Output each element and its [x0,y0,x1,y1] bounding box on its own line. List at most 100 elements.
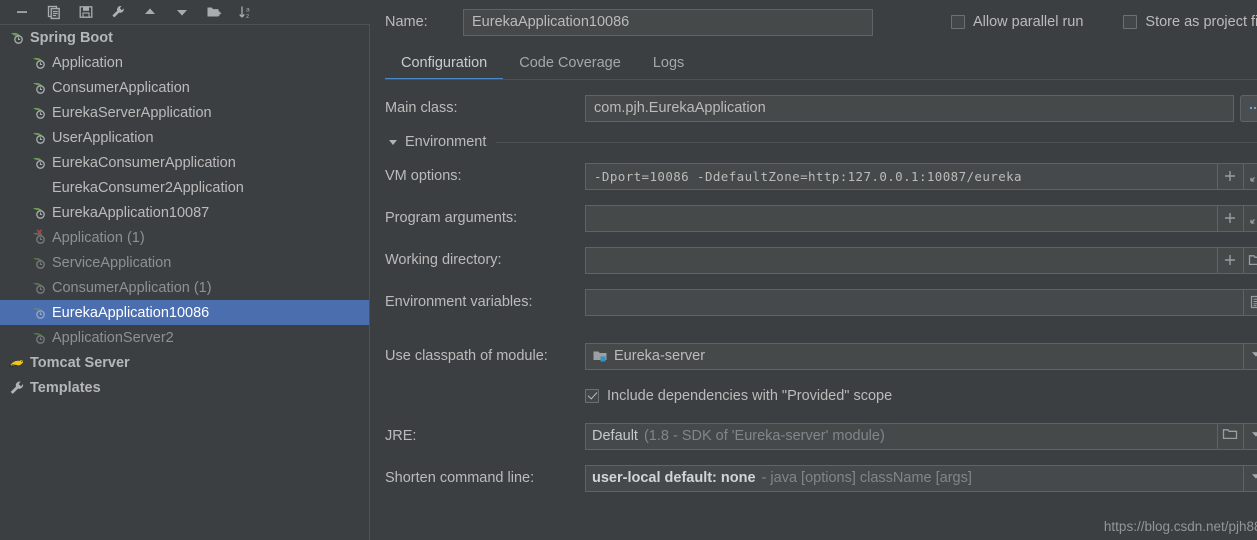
shorten-command-line-hint: - java [options] className [args] [761,470,972,486]
create-folder-button[interactable] [204,2,224,22]
tree-group-templates[interactable]: Templates [0,375,369,400]
name-row: Name: Allow parallel run Store as projec… [370,0,1257,44]
working-directory-add-button[interactable] [1217,246,1244,274]
tree-item-label: ConsumerApplication (1) [52,279,212,296]
environment-variables-control [585,288,1257,316]
allow-parallel-run-checkbox[interactable]: Allow parallel run [951,14,1083,30]
spring-boot-error-icon [30,229,48,247]
chevron-down-icon[interactable] [385,136,401,148]
spring-boot-icon [30,329,48,347]
tree-group-spring-boot[interactable]: Spring Boot [0,25,369,50]
configurations-panel: a z Spring Boot Application ConsumerAppl… [0,0,370,540]
spring-boot-icon [30,104,48,122]
environment-section-header[interactable]: Environment [370,134,1257,150]
tree-item-label: EurekaApplication10087 [52,204,210,221]
name-label: Name: [385,14,428,30]
plus-icon [1222,252,1238,268]
jre-row: JRE: Default (1.8 - SDK of 'Eureka-serve… [370,422,1257,450]
chevron-down-icon [1250,470,1257,486]
tree-item-service-application[interactable]: ServiceApplication [0,250,369,275]
tree-group-tomcat-server[interactable]: Tomcat Server [0,350,369,375]
tab-configuration[interactable]: Configuration [385,46,504,80]
working-directory-control [585,246,1257,274]
tree-item-application[interactable]: Application [0,50,369,75]
main-class-browse-button[interactable] [1239,94,1257,122]
program-arguments-add-button[interactable] [1217,204,1244,232]
save-configuration-button[interactable] [76,2,96,22]
tree-item-label: EurekaServerApplication [52,104,212,121]
environment-variables-label: Environment variables: [385,294,533,310]
program-arguments-label: Program arguments: [385,210,518,226]
store-as-project-file-label: Store as project file [1145,14,1257,30]
tree-group-label: Templates [30,379,101,396]
copy-icon [46,4,62,20]
shorten-command-line-combobox[interactable]: user-local default: none - java [options… [585,464,1244,492]
tab-logs[interactable]: Logs [637,46,700,80]
tree-item-label: EurekaConsumerApplication [52,154,236,171]
tree-item-label: ApplicationServer2 [52,329,174,346]
store-as-project-file-checkbox[interactable]: Store as project file [1123,14,1257,30]
no-icon-placeholder [30,179,48,197]
plus-icon [1222,210,1238,226]
tree-item-application-1[interactable]: Application (1) [0,225,369,250]
spring-boot-icon [8,29,26,47]
vm-options-input[interactable]: -Dport=10086 -DdefaultZone=http:127.0.0.… [585,162,1218,190]
save-icon [78,4,94,20]
module-combobox[interactable]: Eureka-server [585,342,1244,370]
tree-item-eureka-application-10087[interactable]: EurekaApplication10087 [0,200,369,225]
arrow-down-icon [174,4,190,20]
working-directory-browse-button[interactable] [1243,246,1257,274]
tree-item-consumer-application-1[interactable]: ConsumerApplication (1) [0,275,369,300]
main-class-label: Main class: [385,100,458,116]
allow-parallel-run-label: Allow parallel run [973,14,1084,30]
run-configurations-dialog: a z Spring Boot Application ConsumerAppl… [0,0,1257,540]
program-arguments-expand-button[interactable] [1243,204,1257,232]
copy-configuration-button[interactable] [44,2,64,22]
tab-code-coverage[interactable]: Code Coverage [503,46,637,80]
tree-item-eureka-application-10086[interactable]: EurekaApplication10086 [0,300,369,325]
environment-variables-input[interactable] [585,288,1244,316]
working-directory-row: Working directory: [370,246,1257,274]
spring-boot-icon [30,79,48,97]
tree-item-eureka-consumer-application[interactable]: EurekaConsumerApplication [0,150,369,175]
jre-browse-button[interactable] [1217,422,1244,450]
tree-item-consumer-application[interactable]: ConsumerApplication [0,75,369,100]
include-provided-checkbox[interactable]: Include dependencies with "Provided" sco… [585,388,892,404]
main-class-input[interactable]: com.pjh.EurekaApplication [585,94,1234,122]
tree-item-application-server2[interactable]: ApplicationServer2 [0,325,369,350]
spring-boot-icon [30,129,48,147]
configurations-tree[interactable]: Spring Boot Application ConsumerApplicat… [0,24,370,540]
tab-label: Code Coverage [519,55,621,71]
tree-item-label: Application [52,54,123,71]
edit-templates-button[interactable] [108,2,128,22]
vm-options-expand-button[interactable] [1243,162,1257,190]
move-up-button[interactable] [140,2,160,22]
spring-boot-icon [30,54,48,72]
jre-hint: (1.8 - SDK of 'Eureka-server' module) [643,428,885,444]
name-input[interactable] [463,8,873,36]
program-arguments-input[interactable] [585,204,1218,232]
tree-item-eureka-server-application[interactable]: EurekaServerApplication [0,100,369,125]
tabs-divider [385,79,1257,80]
tree-item-label: Application (1) [52,229,145,246]
jre-combobox-arrow[interactable] [1243,422,1257,450]
program-arguments-control [585,204,1257,232]
move-down-button[interactable] [172,2,192,22]
sort-configurations-button[interactable]: a z [236,2,256,22]
tree-item-label: UserApplication [52,129,154,146]
tree-item-eureka-consumer2-application[interactable]: EurekaConsumer2Application [0,175,369,200]
remove-configuration-button[interactable] [12,2,32,22]
vm-options-add-button[interactable] [1217,162,1244,190]
module-combobox-arrow[interactable] [1243,342,1257,370]
environment-variables-edit-button[interactable] [1243,288,1257,316]
jre-combobox[interactable]: Default (1.8 - SDK of 'Eureka-server' mo… [585,422,1218,450]
tree-item-user-application[interactable]: UserApplication [0,125,369,150]
checkbox-box [585,389,599,403]
tree-item-label: EurekaApplication10086 [52,304,210,321]
list-document-icon [1248,294,1257,310]
tree-item-label: ServiceApplication [52,254,172,271]
working-directory-input[interactable] [585,246,1218,274]
sort-az-icon: a z [238,4,254,20]
shorten-command-line-arrow[interactable] [1243,464,1257,492]
jre-label: JRE: [385,428,417,444]
